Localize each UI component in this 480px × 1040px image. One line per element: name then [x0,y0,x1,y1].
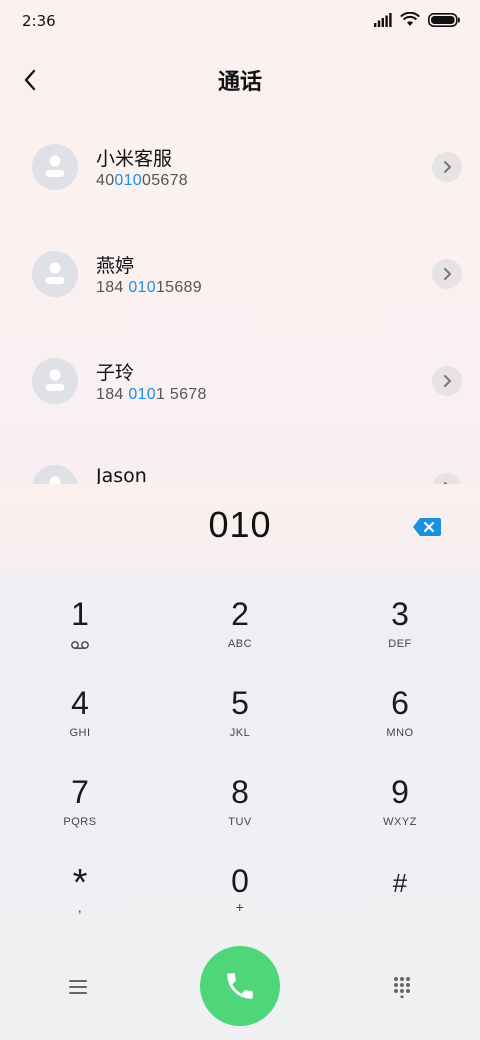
phone-icon [227,973,253,999]
key-digit: 8 [231,774,249,810]
page-title: 通话 [217,70,262,95]
contact-name: 子玲 [96,362,135,384]
contact-name: Jason [96,465,147,484]
key-digit: 9 [391,774,409,810]
status-icons [374,12,460,27]
contact-item[interactable]: 小米客服 4001005678 [0,114,480,221]
chevron-right-icon [444,375,451,387]
key-letters: ABC [227,638,253,650]
delete-button[interactable] [412,516,442,538]
avatar [32,251,78,297]
contact-detail-button[interactable] [432,152,462,182]
contact-list[interactable]: 小米客服 4001005678 燕婷 184 01015689 子玲 184 0… [0,114,480,484]
key-digit: # [392,868,408,898]
key-symbol: + [235,899,245,915]
backspace-icon [413,518,441,536]
number-match-highlight: 010 [114,172,143,189]
key-letters: DEF [388,638,412,650]
person-icon [45,262,65,284]
voicemail-icon [71,641,89,649]
voicemail-label [0,638,160,653]
key-digit: 0 [231,863,249,899]
status-time: 2:36 [22,12,56,30]
key-hash[interactable]: # [320,847,480,936]
contact-detail-button[interactable] [432,473,462,484]
key-digit: 1 [71,596,89,632]
key-0[interactable]: 0 + [160,847,320,936]
key-digit: 7 [71,774,89,810]
key-8[interactable]: 8 TUV [160,758,320,847]
key-2[interactable]: 2 ABC [160,580,320,669]
key-digit: 2 [231,596,249,632]
contact-number: 184 0101 5678 [96,386,207,403]
key-digit: 6 [391,685,409,721]
key-symbol: , [77,899,83,915]
key-letters: GHI [69,727,91,739]
key-6[interactable]: 6 MNO [320,669,480,758]
dialed-number[interactable]: 010 [0,504,480,546]
menu-button[interactable] [60,972,96,1002]
person-icon [45,155,65,177]
key-letters: JKL [229,727,251,739]
contact-item[interactable]: Jason [0,435,480,484]
key-3[interactable]: 3 DEF [320,580,480,669]
chevron-right-icon [444,268,451,280]
avatar [32,358,78,404]
key-digit: 5 [231,685,249,721]
number-match-highlight: 010 [128,386,156,403]
key-digit: 4 [71,685,89,721]
call-button[interactable] [200,946,280,1026]
contact-detail-button[interactable] [432,259,462,289]
chevron-right-icon [444,161,451,173]
person-icon [45,369,65,391]
key-digit: * [72,862,88,904]
dial-display: 010 [0,484,480,568]
contact-number: 4001005678 [96,172,189,189]
key-5[interactable]: 5 JKL [160,669,320,758]
key-star[interactable]: * , [0,847,160,936]
contact-number: 184 01015689 [96,279,202,296]
contact-detail-button[interactable] [432,366,462,396]
key-1[interactable]: 1 [0,580,160,669]
key-9[interactable]: 9 WXYZ [320,758,480,847]
battery-icon [428,12,460,27]
wifi-icon [400,12,420,26]
person-icon [49,476,61,484]
menu-icon [69,980,87,994]
key-letters: TUV [228,816,252,828]
avatar [32,465,78,484]
key-letters: WXYZ [383,816,417,828]
app-header: 通话 [0,48,480,110]
key-digit: 3 [391,596,409,632]
key-letters: MNO [386,727,414,739]
avatar [32,144,78,190]
bottom-bar [0,944,480,1030]
key-letters: PQRS [63,816,97,828]
key-4[interactable]: 4 GHI [0,669,160,758]
number-match-highlight: 010 [128,279,156,296]
signal-icon [374,12,392,27]
key-7[interactable]: 7 PQRS [0,758,160,847]
contact-item[interactable]: 子玲 184 0101 5678 [0,328,480,435]
dialpad-icon [394,977,410,998]
status-bar: 2:36 [0,0,480,44]
contact-item[interactable]: 燕婷 184 01015689 [0,221,480,328]
dial-keypad: 1 2 ABC 3 DEF 4 GHI 5 JKL 6 MNO 7 PQRS 8… [0,580,480,936]
contact-name: 燕婷 [96,255,135,277]
contact-name: 小米客服 [96,148,173,170]
dialpad-toggle-button[interactable] [384,972,420,1002]
